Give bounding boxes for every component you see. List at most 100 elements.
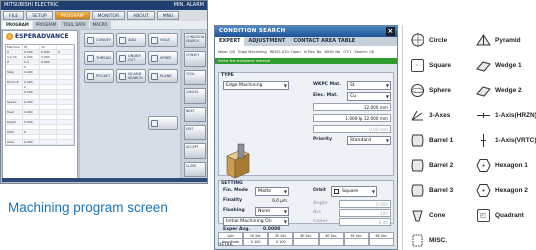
- table-cell: [57, 100, 74, 104]
- table-cell: Speed: [6, 100, 23, 104]
- tab-program[interactable]: PROGRAM: [3, 21, 32, 29]
- shape-item-barrel-3[interactable]: Barrel 3: [409, 181, 453, 199]
- side-button[interactable]: CANCEL: [184, 88, 206, 104]
- table-cell: [6, 65, 23, 69]
- peck-hole-button[interactable]: [148, 116, 178, 130]
- tab-macro[interactable]: MACRO: [89, 21, 111, 29]
- detail-label[interactable]: DETAIL: [218, 242, 234, 247]
- tab-expert[interactable]: EXPERT: [215, 37, 245, 46]
- tab-adjustment[interactable]: ADJUSTMENT: [244, 37, 289, 46]
- close-icon[interactable]: ×: [386, 27, 395, 36]
- depth-field[interactable]: 12.000 mm: [313, 103, 391, 111]
- initial-machining-select[interactable]: Initial Machining On: [223, 217, 289, 226]
- type-select[interactable]: Edge Machining: [223, 81, 289, 90]
- table-cell: [40, 115, 57, 119]
- side-incr-field: 0.00 mm: [313, 125, 391, 133]
- menu-monitor[interactable]: MONITOR: [91, 11, 126, 20]
- shape-item-circle[interactable]: Circle: [409, 31, 447, 49]
- menu-about[interactable]: ABOUT: [127, 11, 155, 20]
- side-button[interactable]: EDIT: [184, 124, 206, 141]
- tab-contact-area-table[interactable]: CONTACT AREA TABLE: [289, 37, 359, 46]
- shape-item-square[interactable]: · Square: [409, 56, 451, 74]
- side-button[interactable]: CONVEY: [184, 51, 206, 67]
- table-cell[interactable]: [318, 238, 344, 246]
- wkpc-mat-label: WKPC Mat.: [313, 82, 341, 87]
- elec-mat-label: Elec. Mat.: [313, 93, 338, 98]
- side-button[interactable]: CONDITION SEARCH: [184, 33, 206, 49]
- program-function-button[interactable]: ISLAND SEARCH: [116, 69, 146, 83]
- amplitude-table-row[interactable]: Amplitude 0.100 0.100: [218, 238, 394, 246]
- table-cell: 0.000: [40, 50, 57, 54]
- side-button[interactable]: ACCEPT: [184, 143, 206, 159]
- table-cell[interactable]: [293, 238, 319, 246]
- table-cell[interactable]: [368, 238, 394, 246]
- orbit-shape-list: Circle Pyramid · Square Wedge 1 Sphere Wedge 2…: [402, 25, 536, 250]
- table-cell[interactable]: 0.100: [243, 238, 269, 246]
- table-cell: 0.000: [23, 100, 40, 104]
- menu-program[interactable]: PROGRAM: [54, 11, 90, 20]
- table-cell: [6, 95, 23, 99]
- orbit-arc-label: Arc: [313, 210, 322, 215]
- side-button[interactable]: CLOSE: [184, 161, 206, 177]
- program-function-button[interactable]: ADD: [116, 33, 146, 47]
- square-orbit-icon: [334, 189, 339, 194]
- fin-mode-select[interactable]: Matte: [255, 187, 289, 196]
- program-function-button[interactable]: PLANE: [148, 69, 178, 83]
- shape-item-misc-[interactable]: MISC.: [409, 231, 447, 249]
- status-item: Edge Machining: [238, 50, 267, 54]
- screen-caption: Machining program screen: [8, 200, 168, 215]
- program-function-button[interactable]: POCKET: [84, 69, 114, 83]
- shape-item-1-axis-hrzn-[interactable]: 1-Axis(HRZN): [475, 106, 536, 124]
- menu-setup[interactable]: SETUP: [26, 11, 53, 20]
- shape-item-3-axes[interactable]: 3-Axes: [409, 106, 450, 124]
- program-function-button[interactable]: THREAD: [84, 51, 114, 65]
- shape-item-barrel-1[interactable]: Barrel 1: [409, 131, 453, 149]
- program-function-button[interactable]: CONVEY: [84, 33, 114, 47]
- shape-item-barrel-2[interactable]: Barrel 2: [409, 156, 453, 174]
- shape-label: Hexagon 1: [495, 161, 528, 169]
- shape-item-wedge-1[interactable]: Wedge 1: [475, 56, 522, 74]
- program-function-button[interactable]: SPREE: [148, 51, 178, 65]
- table-cell: [40, 95, 57, 99]
- window-title-right: MIN. ALARM: [173, 2, 204, 8]
- table-cell: Pt: [23, 45, 40, 49]
- table-cell: [40, 85, 57, 89]
- table-cell: 0.000: [23, 110, 40, 114]
- priority-select[interactable]: Standard: [347, 136, 391, 145]
- table-cell[interactable]: [343, 238, 369, 246]
- shape-item-sphere[interactable]: Sphere: [409, 81, 451, 99]
- side-button[interactable]: TOOL: [184, 69, 206, 86]
- table-cell: [57, 65, 74, 69]
- table-cell: [40, 65, 57, 69]
- function-icon: [87, 54, 94, 62]
- shape-item-pyramid[interactable]: Pyramid: [475, 31, 521, 49]
- table-cell: 0.000: [23, 80, 40, 84]
- side-button[interactable]: NEXT: [184, 106, 206, 122]
- edge-machining-tool-icon: [226, 143, 250, 179]
- program-data-grid[interactable]: Machine Pt 10 0 0.000 0.000 0 X-0.00 0.000 0.000 Z…: [5, 44, 75, 146]
- orbit-angle-field: 0.000: [339, 200, 391, 208]
- program-function-button[interactable]: HOLE: [148, 33, 178, 47]
- tab-program-2[interactable]: PROGRAM: [32, 21, 60, 29]
- flushing-select[interactable]: None: [255, 207, 289, 216]
- table-cell: [23, 135, 40, 139]
- menu-mnu[interactable]: MNU: [156, 11, 180, 20]
- shape-item-cone[interactable]: Cone: [409, 206, 445, 224]
- tab-tool-data[interactable]: TOOL DATA: [60, 21, 89, 29]
- machining-program-window: MITSUBISHI ELECTRIC MIN. ALARM FILE SETU…: [0, 0, 208, 184]
- table-cell[interactable]: 0.100: [268, 238, 294, 246]
- program-function-button[interactable]: UNDER CUT: [116, 51, 146, 65]
- function-button-label: THREAD: [96, 56, 111, 60]
- menu-file[interactable]: FILE: [3, 11, 25, 20]
- shape-item-hexagon-1[interactable]: Hexagon 1: [475, 156, 528, 174]
- table-row[interactable]: Area 0.000: [6, 140, 74, 145]
- area-field[interactable]: 1.000 lp 12.000 mm: [313, 114, 391, 122]
- function-icon: [119, 54, 126, 62]
- shape-label: 3-Axes: [429, 111, 451, 119]
- shape-item-wedge-2[interactable]: Wedge 2: [475, 81, 522, 99]
- shape-item-quadrant[interactable]: ◰ Quadrant: [475, 206, 524, 224]
- shape-item-1-axis-vrtc-[interactable]: 1-Axis(VRTC): [475, 131, 536, 149]
- shape-item-hexagon-2[interactable]: Hexagon 2: [475, 181, 528, 199]
- elec-mat-select[interactable]: Cu: [347, 92, 391, 101]
- wkpc-mat-select[interactable]: St: [347, 81, 391, 90]
